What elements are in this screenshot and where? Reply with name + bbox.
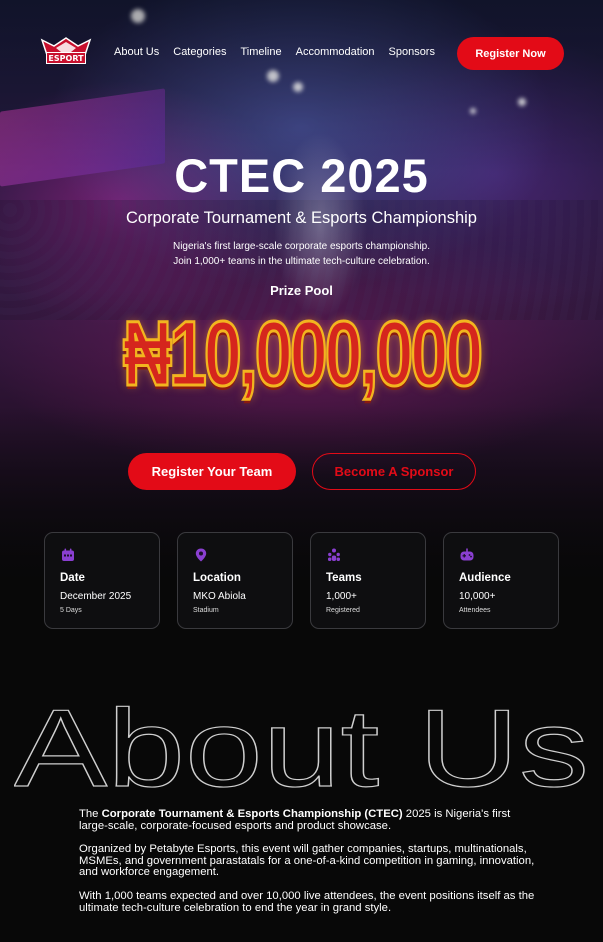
about-us-body: The Corporate Tournament & Esports Champ… [79,808,539,926]
about-us-heading: About Us [13,686,603,810]
stat-subtext: Stadium [193,607,219,614]
stat-card-location: Location MKO Abiola Stadium [177,532,293,629]
stat-card-date: Date December 2025 5 Days [44,532,160,629]
hero-description: Nigeria's first large-scale corporate es… [0,239,603,269]
hero-description-line: Nigeria's first large-scale corporate es… [172,241,431,252]
about-text-prefix: The [79,808,102,820]
stat-subtext: Registered [326,607,360,614]
event-full-name: Corporate Tournament & Esports Champions… [101,808,403,820]
nav-link-timeline[interactable]: Timeline [240,46,281,58]
about-paragraph: The Corporate Tournament & Esports Champ… [79,808,539,832]
nav-link-sponsors[interactable]: Sponsors [389,46,435,58]
nav-links: About Us Categories Timeline Accommodati… [114,46,449,58]
stat-label: Teams [326,572,362,584]
nav-link-about-us[interactable]: About Us [114,46,159,58]
stat-subtext: Attendees [459,607,491,614]
about-us-heading-text: About Us [14,687,589,806]
hero-description-line: Join 1,000+ teams in the ultimate tech-c… [173,256,430,267]
stat-card-teams: Teams 1,000+ Registered [310,532,426,629]
event-stats: Date December 2025 5 Days Location MKO A… [44,532,559,630]
hero-subtitle: Corporate Tournament & Esports Champions… [126,209,477,227]
top-nav: ESPORT About Us Categories Timeline Acco… [0,30,603,78]
prize-pool-label: Prize Pool [270,283,333,298]
stat-value: 10,000+ [459,591,496,602]
about-paragraph: Organized by Petabyte Esports, this even… [79,843,535,879]
stat-value: MKO Abiola [193,591,246,602]
logo-text: ESPORT [46,52,86,64]
stat-value: December 2025 [60,591,132,602]
nav-link-categories[interactable]: Categories [173,46,226,58]
stage-light [293,82,303,92]
esport-logo[interactable]: ESPORT [40,36,92,72]
stat-value: 1,000+ [326,591,357,602]
become-sponsor-button[interactable]: Become A Sponsor [312,453,476,490]
stat-label: Audience [459,572,511,584]
hero-title: CTEC 2025 [174,149,429,202]
about-us-outline-text: About Us [13,686,589,810]
stat-subtext: 5 Days [60,607,82,614]
prize-pool-amount: ₦10,000,000 [122,302,485,407]
register-now-button[interactable]: Register Now [457,37,564,70]
calendar-icon [62,548,74,561]
register-team-button[interactable]: Register Your Team [128,453,296,490]
stage-light [131,9,145,23]
stage-light [518,98,526,106]
about-paragraph: With 1,000 teams expected and over 10,00… [79,889,535,914]
stage-light [470,108,476,114]
gamepad-icon [460,548,474,561]
stat-card-audience: Audience 10,000+ Attendees [443,532,559,629]
team-icon [328,548,340,561]
stat-label: Location [193,572,241,584]
stat-label: Date [60,572,85,584]
nav-link-accommodation[interactable]: Accommodation [296,46,375,58]
location-pin-icon [195,548,207,562]
